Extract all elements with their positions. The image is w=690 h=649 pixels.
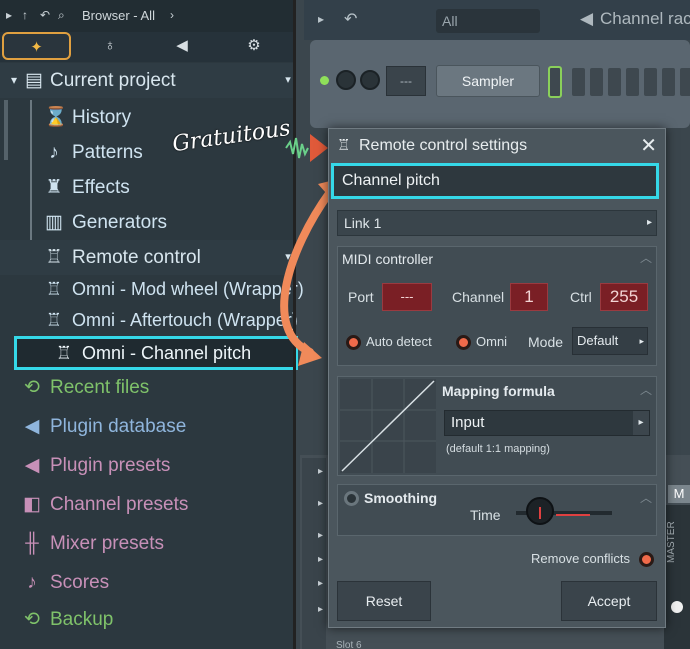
chevron-right-icon: ▸ bbox=[639, 336, 644, 346]
chevron-right-icon: ▸ bbox=[646, 217, 652, 228]
collapse-icon[interactable]: ︿ bbox=[640, 489, 652, 506]
curved-arrow bbox=[280, 188, 334, 356]
collapse-icon[interactable]: ︿ bbox=[640, 249, 652, 266]
ctrl-label: Ctrl bbox=[570, 289, 592, 305]
chevron-right-icon[interactable]: ▸ bbox=[633, 411, 649, 435]
waveform-arrow-icon bbox=[285, 134, 328, 162]
mapping-title: Mapping formula bbox=[442, 383, 555, 399]
remove-conflicts-toggle[interactable] bbox=[639, 552, 654, 567]
mode-value: Default bbox=[577, 333, 619, 348]
port-label: Port bbox=[348, 289, 374, 305]
reset-button[interactable]: Reset bbox=[337, 581, 431, 621]
time-label: Time bbox=[470, 507, 501, 523]
link-label: Link 1 bbox=[344, 215, 382, 231]
omni-toggle[interactable] bbox=[456, 335, 471, 350]
link-select[interactable]: Link 1 ▸ bbox=[337, 210, 657, 236]
auto-detect-label: Auto detect bbox=[366, 334, 432, 349]
collapse-icon[interactable]: ︿ bbox=[640, 381, 652, 398]
smoothing-panel: Smoothing ︿ Time bbox=[337, 484, 657, 536]
close-icon[interactable]: ✕ bbox=[640, 129, 657, 163]
remove-conflicts-label: Remove conflicts bbox=[531, 551, 630, 566]
dialog-titlebar[interactable]: ♖ Remote control settings bbox=[329, 129, 665, 163]
channel-label: Channel bbox=[452, 289, 505, 305]
dialog-title: Remote control settings bbox=[359, 137, 528, 154]
mode-label: Mode bbox=[528, 334, 564, 350]
auto-detect-toggle[interactable] bbox=[346, 335, 361, 350]
formula-input[interactable]: Input ▸ bbox=[444, 410, 650, 436]
formula-value: Input bbox=[451, 414, 485, 431]
ctrl-field[interactable]: 255 bbox=[600, 283, 648, 311]
control-name-field[interactable]: Channel pitch bbox=[331, 163, 659, 199]
smoothing-toggle[interactable] bbox=[344, 491, 359, 506]
midi-title: MIDI controller bbox=[342, 251, 434, 267]
accept-button[interactable]: Accept bbox=[561, 581, 657, 621]
mapping-note: (default 1:1 mapping) bbox=[446, 443, 550, 455]
midi-controller-panel: MIDI controller ︿ Port --- Channel 1 Ctr… bbox=[337, 246, 657, 366]
port-field[interactable]: --- bbox=[382, 283, 432, 311]
knob-icon: ♖ bbox=[337, 137, 351, 154]
remote-control-dialog: ♖ Remote control settings ✕ Channel pitc… bbox=[328, 128, 666, 628]
mode-select[interactable]: Default ▸ bbox=[572, 327, 648, 355]
time-knob-indicator bbox=[539, 507, 541, 519]
time-knob[interactable] bbox=[526, 497, 554, 525]
time-slider-fill bbox=[556, 514, 590, 516]
channel-field[interactable]: 1 bbox=[510, 283, 548, 311]
smoothing-title: Smoothing bbox=[364, 490, 438, 506]
mapping-panel: Mapping formula ︿ Input ▸ (default 1:1 m… bbox=[337, 376, 657, 476]
mapping-graph bbox=[340, 379, 436, 473]
app-window: ▸ ↑ ↶ ⌕ Browser - All › ✦ ♁ ◀ ⚙ ▾ ▤ Curr… bbox=[0, 0, 690, 649]
omni-label: Omni bbox=[476, 334, 508, 349]
